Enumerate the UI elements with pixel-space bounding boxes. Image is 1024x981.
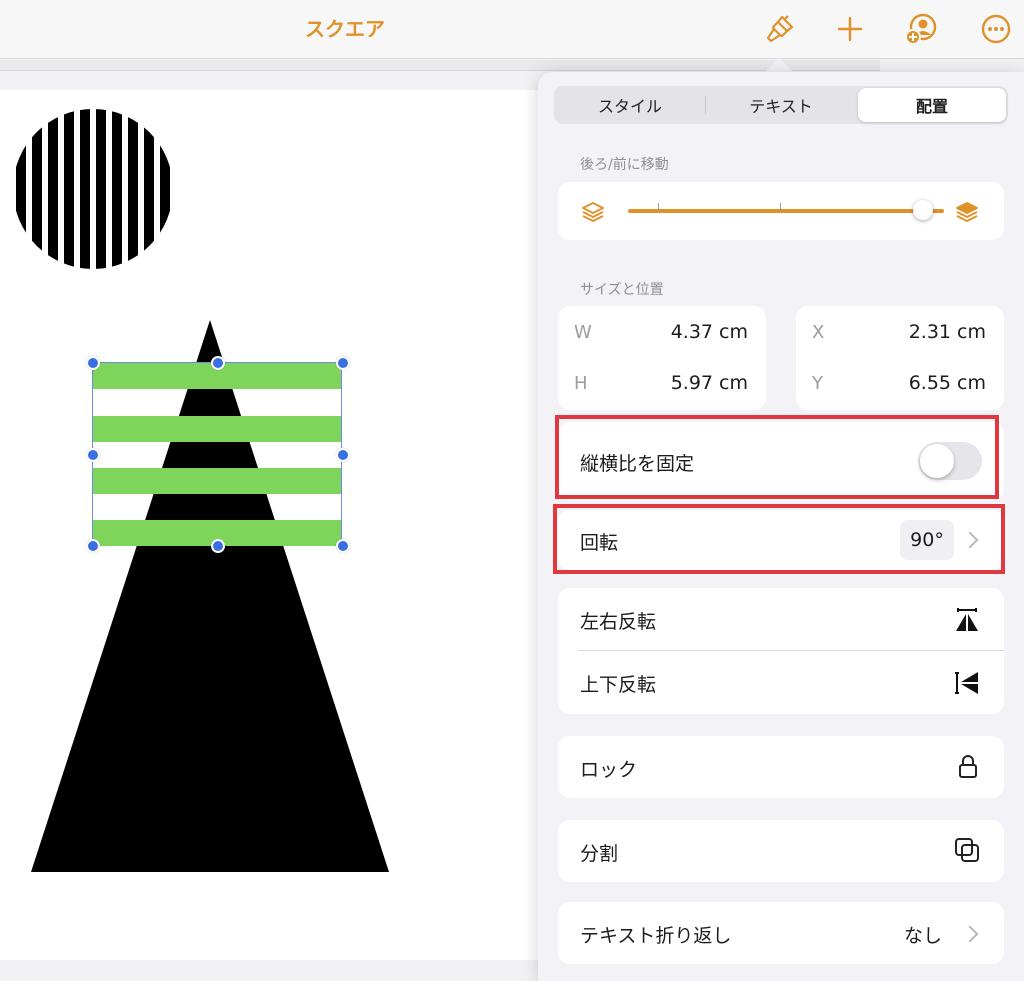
send-backward-icon[interactable]	[580, 199, 606, 225]
tab-style[interactable]: スタイル	[556, 88, 704, 122]
y-field[interactable]: 6.55 cm	[866, 372, 986, 394]
document-title: スクエア	[305, 17, 385, 41]
x-field[interactable]: 2.31 cm	[866, 321, 986, 343]
add-button[interactable]	[830, 9, 870, 49]
flip-vertical-label: 上下反転	[580, 674, 657, 696]
green-stripe	[93, 416, 341, 442]
more-icon	[981, 14, 1011, 44]
resize-handle-top-left[interactable]	[86, 356, 100, 370]
resize-handle-top[interactable]	[211, 356, 225, 370]
lock-label: ロック	[580, 759, 638, 781]
flip-horizontal-row[interactable]: 左右反転	[558, 588, 1004, 651]
split-row[interactable]: 分割	[558, 820, 1004, 882]
highlight-frame	[553, 504, 1005, 574]
resize-handle-right[interactable]	[336, 448, 350, 462]
size-card: W 4.37 cm H 5.97 cm	[558, 306, 766, 410]
flip-horizontal-label: 左右反転	[580, 611, 657, 633]
paintbrush-icon	[766, 15, 794, 43]
green-stripe	[93, 468, 341, 494]
tab-arrange[interactable]: 配置	[858, 88, 1006, 122]
chevron-right-icon	[961, 925, 979, 943]
flip-vertical-icon	[955, 672, 978, 694]
format-tabs: スタイル テキスト 配置	[554, 86, 1008, 124]
text-wrap-row[interactable]: テキスト折り返し なし	[558, 902, 1004, 964]
height-key: H	[574, 373, 588, 394]
text-wrap-label: テキスト折り返し	[580, 925, 732, 947]
ruler-strip	[0, 60, 880, 71]
format-popover: スタイル テキスト 配置 後ろ/前に移動 サイズと位置 W 4.37 cm H …	[538, 72, 1024, 981]
highlight-frame	[555, 415, 999, 499]
width-field[interactable]: 4.37 cm	[628, 321, 748, 343]
format-button[interactable]	[760, 9, 800, 49]
width-key: W	[574, 322, 592, 343]
flip-card: 左右反転 上下反転	[558, 588, 1004, 714]
tab-divider	[705, 96, 706, 114]
layer-slider-track[interactable]	[628, 209, 944, 213]
resize-handle-bottom-left[interactable]	[86, 539, 100, 553]
collaborate-button[interactable]	[901, 9, 941, 49]
more-button[interactable]	[976, 9, 1016, 49]
selected-striped-rectangle[interactable]	[92, 362, 342, 546]
split-label: 分割	[580, 843, 619, 865]
x-key: X	[812, 322, 825, 343]
text-wrap-value: なし	[903, 925, 942, 947]
y-key: Y	[812, 373, 823, 394]
popover-pointer	[765, 58, 793, 72]
bring-forward-icon[interactable]	[954, 199, 980, 225]
position-card: X 2.31 cm Y 6.55 cm	[796, 306, 1004, 410]
height-field[interactable]: 5.97 cm	[628, 372, 748, 394]
slider-tick	[780, 203, 781, 211]
striped-circle-shape[interactable]	[12, 109, 174, 271]
arrange-section-label: 後ろ/前に移動	[580, 157, 669, 173]
split-icon	[955, 838, 979, 862]
top-toolbar: スクエア	[0, 0, 1024, 59]
slider-tick	[658, 203, 659, 211]
lock-row[interactable]: ロック	[558, 736, 1004, 798]
collaborate-icon	[905, 13, 937, 45]
lock-icon	[959, 755, 977, 778]
flip-vertical-row[interactable]: 上下反転	[558, 651, 1004, 714]
plus-icon	[837, 16, 863, 42]
resize-handle-left[interactable]	[86, 448, 100, 462]
resize-handle-bottom[interactable]	[211, 539, 225, 553]
resize-handle-top-right[interactable]	[336, 356, 350, 370]
size-position-section-label: サイズと位置	[580, 282, 664, 298]
flip-horizontal-icon	[956, 608, 978, 631]
resize-handle-bottom-right[interactable]	[336, 539, 350, 553]
layer-slider-thumb[interactable]	[913, 200, 933, 220]
tab-text[interactable]: テキスト	[707, 88, 855, 122]
layer-order-card	[558, 182, 1004, 240]
